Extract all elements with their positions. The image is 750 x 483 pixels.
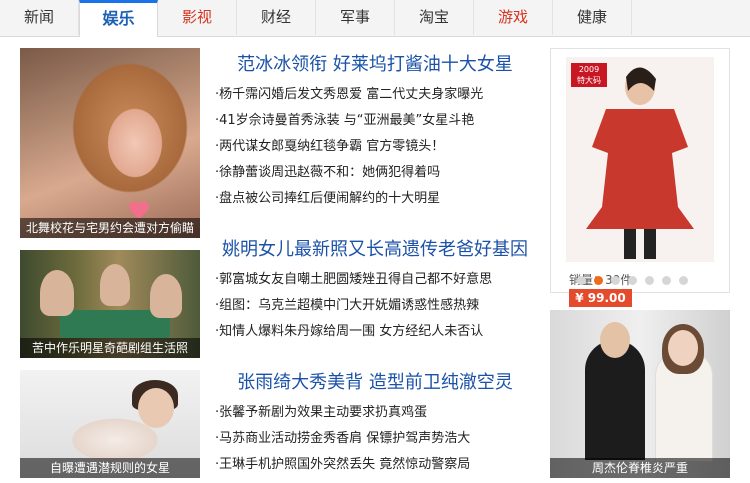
tab-taobao[interactable]: 淘宝 — [395, 0, 474, 35]
photo-face — [138, 388, 174, 428]
tab-health[interactable]: 健康 — [553, 0, 632, 35]
news-link[interactable]: ·徐静蕾谈周迅赵薇不和：她俩犯得着吗 — [215, 160, 535, 186]
product-image[interactable] — [566, 57, 714, 262]
headline-link[interactable]: 张雨绮大秀美背 造型前卫纯澈空灵 — [215, 368, 535, 394]
photo-card-actress[interactable]: 自曝遭遇潜规则的女星 — [20, 370, 200, 478]
carousel-dot[interactable] — [679, 276, 688, 285]
news-link[interactable]: ·组图：乌克兰超模中门大开妩媚诱惑性感热辣 — [215, 293, 535, 319]
news-link[interactable]: ·郭富城女友自嘲土肥圆矮矬丑得自己都不好意思 — [215, 267, 535, 293]
carousel-dot-active[interactable] — [594, 276, 603, 285]
tab-movies[interactable]: 影视 — [158, 0, 237, 35]
tab-news[interactable]: 新闻 — [0, 0, 79, 35]
price-tag[interactable]: ¥ 99.00 — [569, 289, 632, 307]
news-link[interactable]: ·41岁佘诗曼首秀泳装 与“亚洲最美”女星斗艳 — [215, 108, 535, 134]
tab-military[interactable]: 军事 — [316, 0, 395, 35]
headline-link[interactable]: 姚明女儿最新照又长高遗传老爸好基因 — [215, 235, 535, 261]
photo-face — [668, 330, 698, 366]
channel-tab-bar: 新闻 娱乐 影视 财经 军事 淘宝 游戏 健康 — [0, 0, 750, 37]
photo-person — [40, 270, 74, 316]
heart-icon — [129, 201, 149, 219]
news-link[interactable]: ·张馨予新剧为效果主动要求扔真鸡蛋 — [215, 400, 535, 426]
photo-person — [585, 340, 645, 460]
tab-finance[interactable]: 财经 — [237, 0, 316, 35]
photo-card-jay-chou[interactable]: 周杰伦脊椎炎严重 — [550, 310, 730, 478]
news-section-2: 姚明女儿最新照又长高遗传老爸好基因 ·郭富城女友自嘲土肥圆矮矬丑得自己都不好意思… — [215, 235, 535, 345]
photo-caption: 北舞校花与宅男约会遭对方偷瞄 — [20, 218, 200, 238]
photo-person — [100, 264, 130, 306]
news-link[interactable]: ·王琳手机护照国外突然丢失 竟然惊动警察局 — [215, 452, 535, 478]
size-badge: 2009 特大码 — [571, 63, 607, 87]
tab-games[interactable]: 游戏 — [474, 0, 553, 35]
carousel-dot[interactable] — [662, 276, 671, 285]
carousel-dot[interactable] — [628, 276, 637, 285]
news-link[interactable]: ·马苏商业活动捞金秀香肩 保镖护驾声势浩大 — [215, 426, 535, 452]
tab-entertainment[interactable]: 娱乐 — [79, 0, 158, 37]
photo-person — [150, 274, 182, 318]
photo-caption: 自曝遭遇潜规则的女星 — [20, 458, 200, 478]
photo-image — [20, 48, 200, 238]
news-section-3: 张雨绮大秀美背 造型前卫纯澈空灵 ·张馨予新剧为效果主动要求扔真鸡蛋 ·马苏商业… — [215, 368, 535, 478]
news-link[interactable]: ·盘点被公司捧红后便闹解约的十大明星 — [215, 186, 535, 212]
news-link[interactable]: ·知情人爆料朱丹嫁给周一围 女方经纪人未否认 — [215, 319, 535, 345]
news-link[interactable]: ·杨千霈闪婚后发文秀恩爱 富二代丈夫身家曝光 — [215, 82, 535, 108]
carousel-dot[interactable] — [577, 276, 586, 285]
headline-link[interactable]: 范冰冰领衔 好莱坞打酱油十大女星 — [215, 50, 535, 76]
photo-face — [600, 322, 630, 358]
product-ad-box[interactable]: 2009 特大码 销量：39件 ¥ 99.00 — [550, 48, 730, 307]
carousel-dot[interactable] — [645, 276, 654, 285]
carousel-dot[interactable] — [611, 276, 620, 285]
carousel-dots — [577, 276, 688, 285]
photo-caption: 周杰伦脊椎炎严重 — [550, 458, 730, 478]
dress-illustration — [586, 67, 694, 259]
news-section-1: 范冰冰领衔 好莱坞打酱油十大女星 ·杨千霈闪婚后发文秀恩爱 富二代丈夫身家曝光 … — [215, 50, 535, 212]
photo-caption: 苦中作乐明星奇葩剧组生活照 — [20, 338, 200, 358]
photo-card-film-crew[interactable]: 苦中作乐明星奇葩剧组生活照 — [20, 250, 200, 358]
photo-card-dance-school[interactable]: 北舞校花与宅男约会遭对方偷瞄 — [20, 48, 200, 238]
news-link[interactable]: ·两代谋女郎戛纳红毯争霸 官方零镜头！ — [215, 134, 535, 160]
